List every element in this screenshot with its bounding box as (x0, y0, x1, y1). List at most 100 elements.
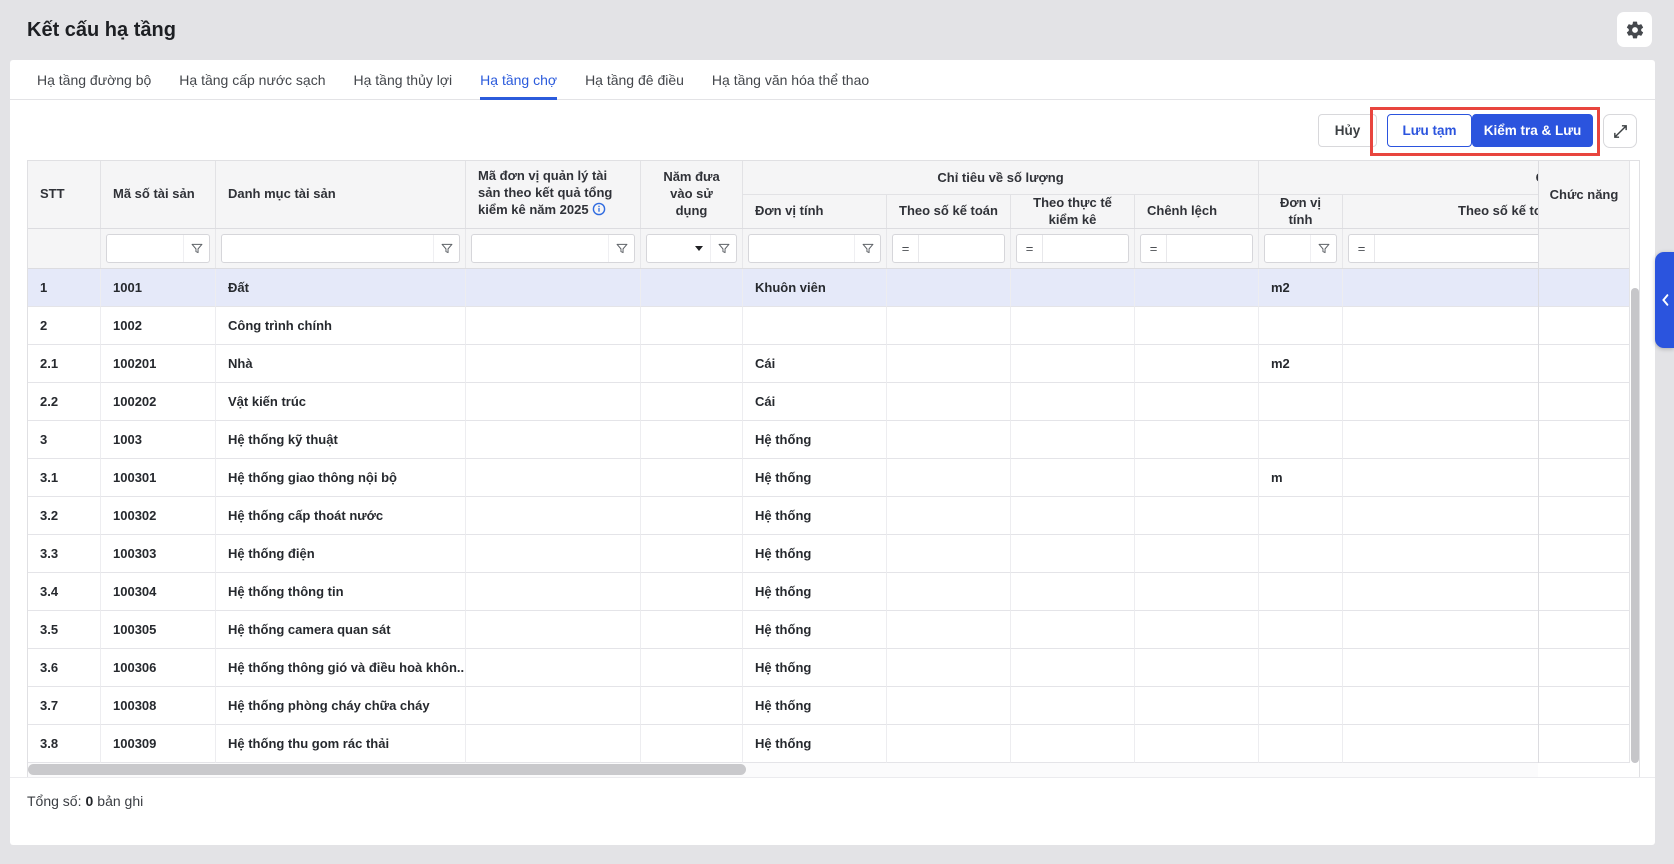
table-row[interactable]: 2 1002 Công trình chính (28, 307, 1538, 345)
actions-cell (1539, 649, 1629, 687)
cell-qty-accounting (887, 573, 1011, 611)
table-header: STT Mã số tài sản Danh mục tài sản Mã đơ… (28, 161, 1538, 229)
tab-4[interactable]: Hạ tầng chợ (480, 60, 557, 99)
table-row[interactable]: 3.2 100302 Hệ thống cấp thoát nước Hệ th… (28, 497, 1538, 535)
actions-cell (1539, 611, 1629, 649)
cell-asset-code: 100308 (101, 687, 216, 725)
expand-button[interactable] (1603, 114, 1637, 148)
table-scroll-view: STT Mã số tài sản Danh mục tài sản Mã đơ… (28, 161, 1538, 763)
tab-6[interactable]: Hạ tầng văn hóa thể thao (712, 60, 869, 99)
table-row[interactable]: 2.1 100201 Nhà Cái m2 (28, 345, 1538, 383)
side-panel-toggle[interactable] (1655, 252, 1674, 348)
cell-asset-code: 100309 (101, 725, 216, 763)
funnel-icon[interactable] (183, 235, 209, 262)
table-body: 1 1001 Đất Khuôn viên m2 2 1002 Công trì… (28, 269, 1538, 763)
cell-qty-diff (1135, 573, 1259, 611)
table-row[interactable]: 3.3 100303 Hệ thống điện Hệ thống (28, 535, 1538, 573)
horizontal-scrollbar-thumb[interactable] (28, 764, 746, 775)
filter-year-select[interactable] (646, 234, 737, 263)
tab-1[interactable]: Hạ tầng đường bộ (37, 60, 151, 99)
header-group-value: Chỉ tiêu về giá trị Đơn vị tính Theo số … (1259, 161, 1538, 228)
filter-qty-accounting[interactable]: = (892, 234, 1005, 263)
gear-icon (1625, 20, 1645, 40)
cell-stt: 3.3 (28, 535, 101, 573)
tab-label: Hạ tầng cấp nước sạch (179, 72, 325, 88)
cell-unit-code (466, 307, 641, 345)
table-row[interactable]: 3.1 100301 Hệ thống giao thông nội bộ Hệ… (28, 459, 1538, 497)
funnel-icon[interactable] (1310, 235, 1336, 262)
filter-unit-code[interactable] (471, 234, 635, 263)
chevron-left-icon (1661, 293, 1669, 307)
cell-asset-code: 100301 (101, 459, 216, 497)
table-row[interactable]: 3.4 100304 Hệ thống thông tin Hệ thống (28, 573, 1538, 611)
cell-qty-accounting (887, 687, 1011, 725)
cell-asset-code: 100305 (101, 611, 216, 649)
vertical-scrollbar-thumb[interactable] (1631, 288, 1639, 763)
cell-qty-actual (1011, 725, 1135, 763)
tab-3[interactable]: Hạ tầng thủy lợi (353, 60, 452, 99)
table-row[interactable]: 3.7 100308 Hệ thống phòng cháy chữa cháy… (28, 687, 1538, 725)
table-row[interactable]: 1 1001 Đất Khuôn viên m2 (28, 269, 1538, 307)
cell-qty-diff (1135, 383, 1259, 421)
horizontal-scrollbar[interactable] (28, 763, 1538, 777)
cell-qty-actual (1011, 269, 1135, 307)
cell-qty-accounting (887, 459, 1011, 497)
check-and-save-button[interactable]: Kiểm tra & Lưu (1472, 114, 1593, 147)
cell-val-unit (1259, 649, 1343, 687)
funnel-icon[interactable] (433, 235, 459, 262)
cell-qty-unit: Hệ thống (743, 573, 887, 611)
header-year: Năm đưa vào sử dụng (641, 161, 743, 228)
total-label: Tổng số: (27, 793, 81, 809)
cell-qty-accounting (887, 497, 1011, 535)
cell-asset-code: 100303 (101, 535, 216, 573)
table-row[interactable]: 3.5 100305 Hệ thống camera quan sát Hệ t… (28, 611, 1538, 649)
total-unit: bản ghi (97, 793, 143, 809)
cell-year (641, 383, 743, 421)
toolbar: Hủy Lưu tạm Kiểm tra & Lưu (10, 100, 1655, 160)
filter-val-unit[interactable] (1264, 234, 1337, 263)
cell-qty-unit: Hệ thống (743, 497, 887, 535)
cell-stt: 3.1 (28, 459, 101, 497)
table-row[interactable]: 3.6 100306 Hệ thống thông gió và điều ho… (28, 649, 1538, 687)
cell-qty-actual (1011, 573, 1135, 611)
settings-button[interactable] (1617, 12, 1652, 47)
cell-asset-category: Hệ thống phòng cháy chữa cháy (216, 687, 466, 725)
equals-operator[interactable]: = (1017, 235, 1043, 262)
table-row[interactable]: 2.2 100202 Vật kiến trúc Cái (28, 383, 1538, 421)
cell-qty-actual (1011, 611, 1135, 649)
table-row[interactable]: 3.8 100309 Hệ thống thu gom rác thải Hệ … (28, 725, 1538, 763)
filter-qty-unit[interactable] (748, 234, 881, 263)
filter-val-accounting[interactable]: = (1348, 234, 1538, 263)
table-row[interactable]: 3 1003 Hệ thống kỹ thuật Hệ thống (28, 421, 1538, 459)
filter-qty-diff[interactable]: = (1140, 234, 1253, 263)
filter-asset-code[interactable] (106, 234, 210, 263)
cell-val-unit (1259, 383, 1343, 421)
tab-5[interactable]: Hạ tầng đê điều (585, 60, 684, 99)
cell-asset-category: Vật kiến trúc (216, 383, 466, 421)
cell-asset-category: Hệ thống giao thông nội bộ (216, 459, 466, 497)
cell-val-accounting (1343, 611, 1538, 649)
funnel-icon[interactable] (854, 235, 880, 262)
cell-val-accounting (1343, 269, 1538, 307)
vertical-scrollbar[interactable] (1629, 161, 1639, 763)
equals-operator[interactable]: = (1141, 235, 1167, 262)
tab-2[interactable]: Hạ tầng cấp nước sạch (179, 60, 325, 99)
equals-operator[interactable]: = (893, 235, 919, 262)
header-qty-actual: Theo thực tế kiểm kê (1011, 195, 1135, 228)
tab-label: Hạ tầng văn hóa thể thao (712, 72, 869, 88)
cell-qty-unit: Cái (743, 383, 887, 421)
caret-down-icon[interactable] (695, 246, 710, 251)
funnel-icon[interactable] (710, 235, 736, 262)
cell-val-accounting (1343, 307, 1538, 345)
cell-qty-unit: Khuôn viên (743, 269, 887, 307)
funnel-icon[interactable] (608, 235, 634, 262)
filter-qty-actual[interactable]: = (1016, 234, 1129, 263)
asset-table: STT Mã số tài sản Danh mục tài sản Mã đơ… (27, 160, 1640, 777)
cell-qty-unit: Hệ thống (743, 687, 887, 725)
cell-asset-code: 100202 (101, 383, 216, 421)
cancel-button[interactable]: Hủy (1318, 114, 1377, 147)
equals-operator[interactable]: = (1349, 235, 1375, 262)
save-draft-button[interactable]: Lưu tạm (1387, 114, 1472, 147)
info-icon[interactable] (592, 202, 606, 221)
filter-asset-category[interactable] (221, 234, 460, 263)
